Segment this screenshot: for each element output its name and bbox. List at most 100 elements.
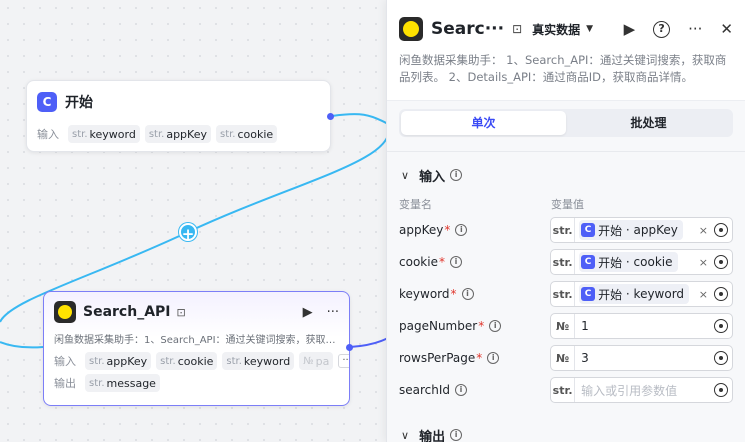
chevron-down-icon[interactable]: ∨ bbox=[401, 169, 409, 182]
param-value-field[interactable]: № 3 bbox=[550, 345, 733, 371]
tab-batch[interactable]: 批处理 bbox=[566, 111, 731, 135]
node-more-icon[interactable]: ··· bbox=[327, 305, 339, 320]
edge-search-out bbox=[349, 337, 389, 348]
reference-tag: C 开始 · keyword bbox=[579, 284, 690, 304]
required-mark: * bbox=[444, 223, 451, 237]
col-value-header: 变量值 bbox=[551, 198, 584, 211]
reference-tag: C 开始 · appKey bbox=[579, 220, 683, 240]
clear-reference-icon[interactable]: × bbox=[699, 224, 708, 237]
plugin-badge-icon: ⊡ bbox=[176, 305, 186, 319]
node-config-panel: Searc··· ⊡ 真实数据 ▼ ▶ ? ··· ✕ 闲鱼数据采集助手： 1、… bbox=[386, 0, 745, 442]
edge-start-out bbox=[331, 113, 389, 125]
required-mark: * bbox=[438, 255, 445, 269]
search-node-output-port[interactable] bbox=[346, 344, 353, 351]
info-icon[interactable]: i bbox=[449, 256, 462, 268]
reference-picker-icon[interactable] bbox=[714, 255, 728, 269]
data-mode-select[interactable]: 真实数据 bbox=[532, 21, 580, 38]
start-icon: C bbox=[37, 92, 57, 112]
edge-search-in bbox=[0, 341, 44, 349]
start-icon: C bbox=[581, 255, 596, 269]
help-icon[interactable]: ? bbox=[653, 20, 671, 38]
close-icon[interactable]: ✕ bbox=[720, 20, 733, 38]
column-headers: 变量名 变量值 bbox=[387, 194, 745, 214]
run-icon[interactable]: ▶ bbox=[624, 20, 636, 38]
inputs-label: 输入 bbox=[37, 128, 59, 141]
param-name: keyword bbox=[399, 287, 450, 301]
type-selector[interactable]: № bbox=[551, 346, 576, 370]
inputs-label: 输入 bbox=[54, 355, 76, 368]
param-name: appKey bbox=[399, 223, 444, 237]
param-value-field[interactable]: str. C 开始 · appKey × bbox=[550, 217, 733, 243]
reference-picker-icon[interactable] bbox=[714, 383, 728, 397]
input-tag: str. appKey bbox=[144, 125, 211, 143]
param-value[interactable]: 3 bbox=[581, 351, 589, 365]
info-icon[interactable]: i bbox=[450, 429, 463, 441]
required-mark: * bbox=[476, 351, 483, 365]
info-icon[interactable]: i bbox=[487, 352, 500, 364]
info-icon[interactable]: i bbox=[455, 384, 468, 396]
start-node-inputs: 输入 str. keyword str. appKey str. cookie bbox=[27, 123, 330, 145]
param-row-rowsperpage: rowsPerPage * i № 3 bbox=[387, 342, 745, 374]
reference-picker-icon[interactable] bbox=[714, 223, 728, 237]
type-selector[interactable]: str. bbox=[551, 378, 576, 402]
info-icon[interactable]: i bbox=[450, 169, 463, 181]
start-node-header: C 开始 bbox=[27, 81, 330, 123]
outputs-label: 输出 bbox=[54, 377, 76, 390]
col-name-header: 变量名 bbox=[399, 198, 432, 211]
reference-picker-icon[interactable] bbox=[714, 319, 728, 333]
tab-single[interactable]: 单次 bbox=[401, 111, 566, 135]
clear-reference-icon[interactable]: × bbox=[699, 288, 708, 301]
start-node[interactable]: C 开始 输入 str. keyword str. appKey str. cooki… bbox=[26, 80, 334, 152]
param-value-field[interactable]: № 1 bbox=[550, 313, 733, 339]
input-tag: str. keyword bbox=[222, 352, 295, 370]
type-selector[interactable]: str. bbox=[551, 218, 576, 242]
input-tag: str. cookie bbox=[215, 125, 278, 143]
param-row-searchid: searchId i str. 输入或引用参数值 bbox=[387, 374, 745, 406]
type-selector[interactable]: str. bbox=[551, 250, 576, 274]
param-value[interactable]: 1 bbox=[581, 319, 589, 333]
search-node-actions: ▶ ··· bbox=[303, 305, 339, 320]
chevron-down-icon[interactable]: ∨ bbox=[401, 429, 409, 442]
param-value-field[interactable]: str. C 开始 · keyword × bbox=[550, 281, 733, 307]
input-section-header[interactable]: ∨ 输入 i bbox=[387, 160, 745, 190]
output-section-title: 输出 bbox=[419, 429, 446, 442]
add-node-button[interactable]: + bbox=[179, 223, 197, 243]
param-name: cookie bbox=[399, 255, 438, 269]
search-api-node[interactable]: Search_API ⊡ ▶ ··· 闲鱼数据采集助手：1、Search_API… bbox=[43, 291, 353, 406]
input-tag: str. keyword bbox=[68, 125, 140, 143]
more-inputs-button[interactable]: ··· bbox=[338, 354, 349, 368]
divider bbox=[387, 151, 745, 152]
start-node-output-port[interactable] bbox=[327, 113, 334, 120]
type-selector[interactable]: str. bbox=[551, 282, 576, 306]
input-tag: str. appKey bbox=[85, 352, 152, 370]
more-icon[interactable]: ··· bbox=[688, 20, 702, 38]
start-icon: C bbox=[581, 223, 596, 237]
output-tag: str. message bbox=[85, 374, 160, 392]
reference-picker-icon[interactable] bbox=[714, 287, 728, 301]
param-value-field[interactable]: str. 输入或引用参数值 bbox=[550, 377, 733, 403]
param-name: searchId bbox=[399, 383, 451, 397]
run-node-icon[interactable]: ▶ bbox=[303, 305, 313, 320]
reference-picker-icon[interactable] bbox=[714, 351, 728, 365]
param-value-field[interactable]: str. C 开始 · cookie × bbox=[550, 249, 733, 275]
panel-description: 闲鱼数据采集助手： 1、Search_API：通过关键词搜索，获取商品列表。 2… bbox=[399, 53, 727, 84]
mode-tabs: 单次 批处理 bbox=[399, 109, 733, 137]
info-icon[interactable]: i bbox=[455, 224, 468, 236]
input-section-title: 输入 bbox=[419, 169, 446, 185]
input-tag: str. cookie bbox=[156, 352, 218, 370]
search-node-description: 闲鱼数据采集助手：1、Search_API：通过关键词搜索，获取… bbox=[54, 335, 336, 346]
type-selector[interactable]: № bbox=[551, 314, 576, 338]
caret-down-icon[interactable]: ▼ bbox=[586, 24, 593, 34]
search-node-header: Search_API ⊡ ▶ ··· bbox=[44, 292, 349, 332]
param-placeholder[interactable]: 输入或引用参数值 bbox=[581, 382, 677, 399]
start-icon: C bbox=[581, 287, 596, 301]
param-name: pageNumber bbox=[399, 319, 478, 333]
required-mark: * bbox=[478, 319, 485, 333]
panel-header: Searc··· ⊡ 真实数据 ▼ ▶ ? ··· ✕ 闲鱼数据采集助手： 1、… bbox=[387, 0, 745, 101]
panel-title[interactable]: Searc··· bbox=[431, 19, 504, 39]
info-icon[interactable]: i bbox=[489, 320, 502, 332]
info-icon[interactable]: i bbox=[461, 288, 474, 300]
output-section-header[interactable]: ∨ 输出 i bbox=[387, 420, 745, 442]
clear-reference-icon[interactable]: × bbox=[699, 256, 708, 269]
plugin-icon bbox=[399, 17, 423, 41]
